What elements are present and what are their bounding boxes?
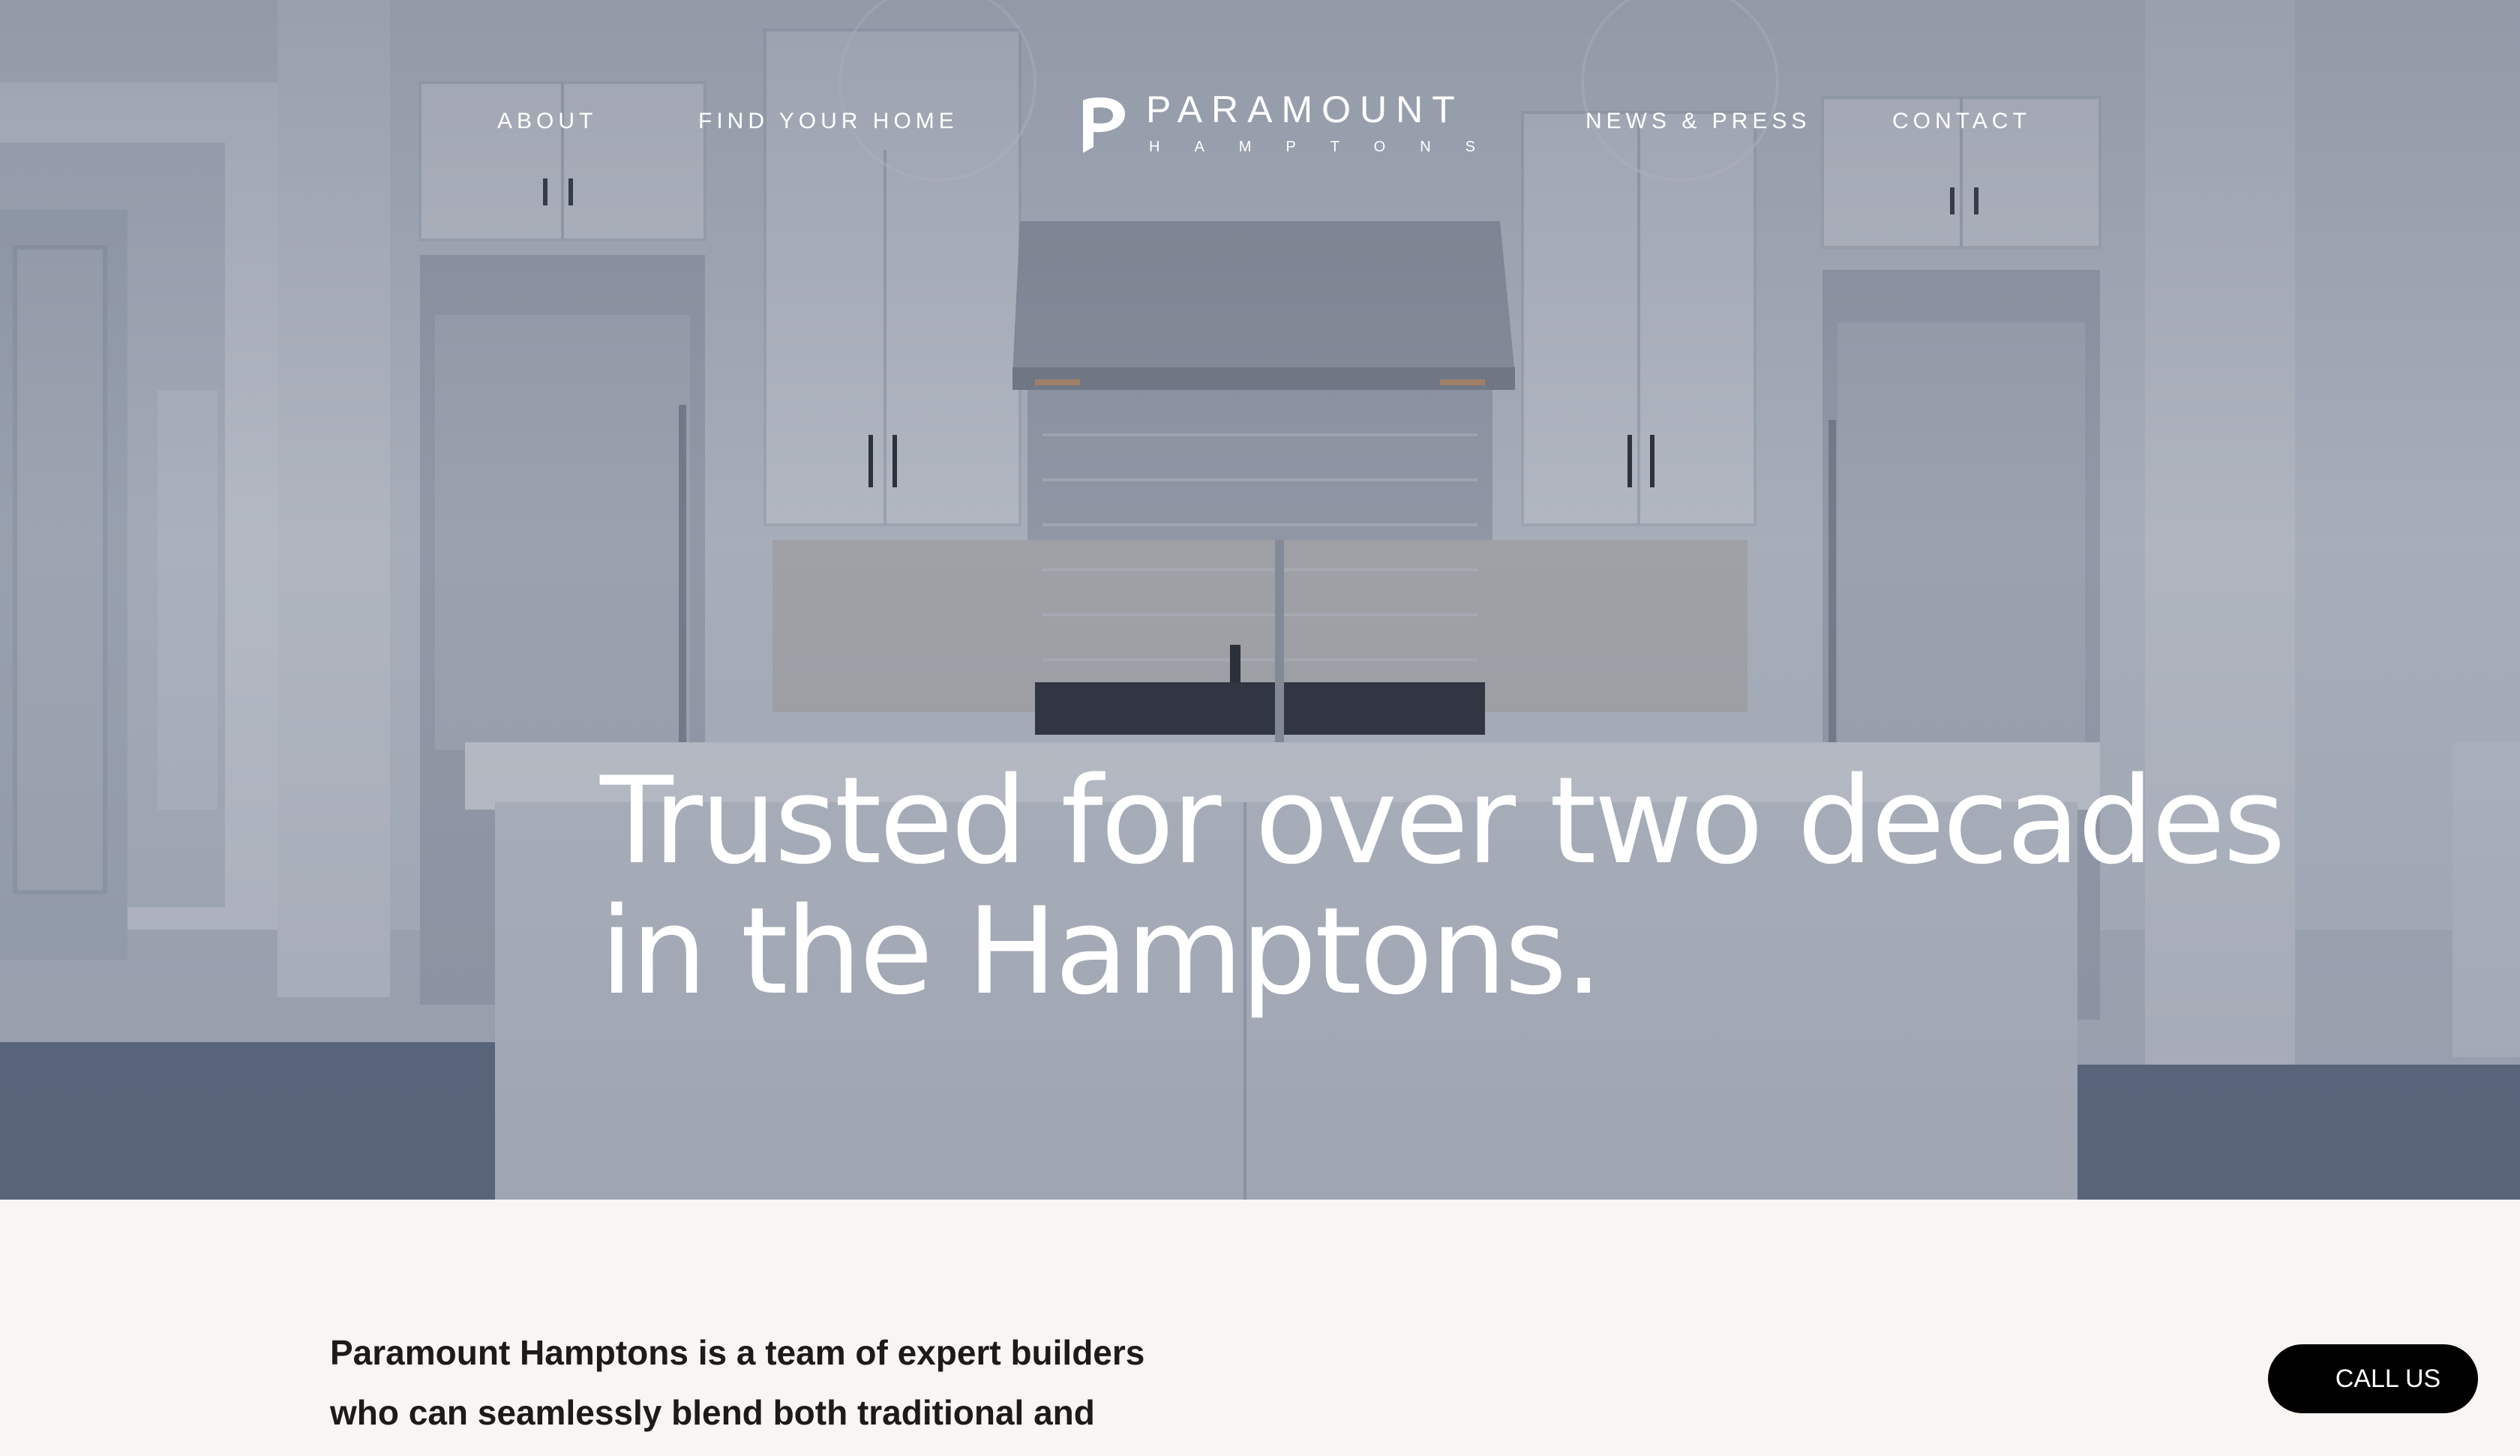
call-us-button[interactable]: CALL US xyxy=(2268,1344,2478,1413)
hero-headline: Trusted for over two decades in the Hamp… xyxy=(600,750,2286,1021)
logo-wordmark: PARAMOUNT xyxy=(1146,88,1464,130)
nav-link-news-press[interactable]: NEWS & PRESS xyxy=(1586,106,1810,136)
hero-headline-line-2: in the Hamptons. xyxy=(600,881,1603,1021)
nav-link-find-your-home[interactable]: FIND YOUR HOME xyxy=(698,106,958,136)
intro-line-2: who can seamlessly blend both traditiona… xyxy=(330,1393,1095,1432)
intro-line-1: Paramount Hamptons is a team of expert b… xyxy=(330,1333,1145,1372)
logo-subtitle: HAMPTONS xyxy=(1149,139,1510,155)
intro-paragraph: Paramount Hamptons is a team of expert b… xyxy=(330,1323,1230,1443)
nav-link-contact[interactable]: CONTACT xyxy=(1892,106,2031,136)
brand-logo[interactable]: PARAMOUNT HAMPTONS xyxy=(1077,88,1475,160)
logo-p-icon xyxy=(1083,97,1125,153)
nav-link-about[interactable]: ABOUT xyxy=(497,106,597,136)
hero-headline-line-1: Trusted for over two decades xyxy=(600,750,2286,891)
hero-section: ABOUT FIND YOUR HOME NEWS & PRESS CONTAC… xyxy=(0,0,2520,1200)
